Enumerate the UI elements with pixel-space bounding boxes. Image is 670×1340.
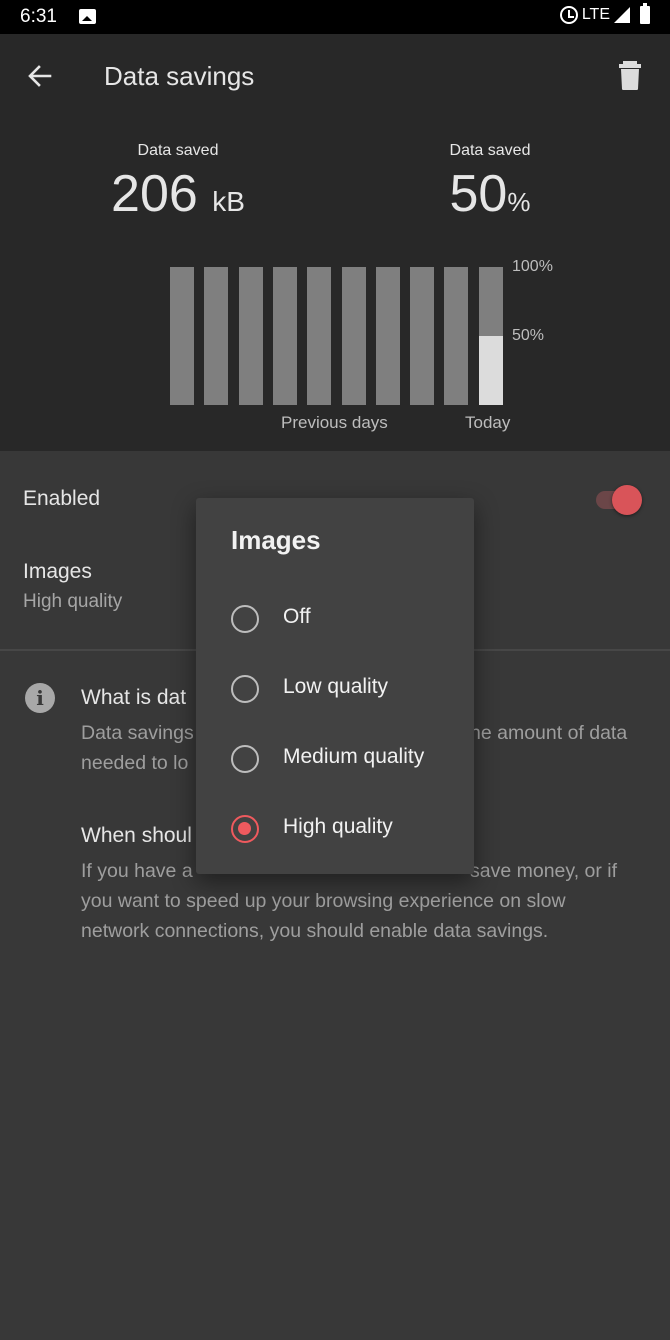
bar-track-5 xyxy=(307,267,332,405)
info-when-title: When shoul xyxy=(81,824,192,847)
bar-track-8 xyxy=(410,267,435,405)
option-high-quality[interactable]: High quality xyxy=(196,794,474,864)
bar-track-9 xyxy=(444,267,469,405)
x-label-today: Today xyxy=(465,413,511,432)
bar-track-7 xyxy=(375,267,400,405)
info-icon: i xyxy=(25,683,55,713)
x-label-previous-days: Previous days xyxy=(281,413,388,432)
bar-track-2 xyxy=(204,267,229,405)
bar-track-3 xyxy=(238,267,263,405)
status-icons: LTE xyxy=(559,3,650,24)
radio-unchecked-icon[interactable] xyxy=(231,745,259,773)
info-what-body-line2: needed to lo xyxy=(81,752,189,774)
radio-unchecked-icon[interactable] xyxy=(231,675,259,703)
signal-icon xyxy=(614,7,630,23)
bar-track-4 xyxy=(272,267,297,405)
setting-images-label: Images xyxy=(23,560,92,583)
info-what-title: What is dat xyxy=(81,686,187,709)
info-when-body-line3: network connections, you should enable d… xyxy=(81,920,549,942)
setting-images-value: High quality xyxy=(23,591,123,612)
bar-track-1 xyxy=(170,267,194,405)
enabled-toggle[interactable] xyxy=(596,485,642,515)
bar-track-6 xyxy=(341,267,366,405)
status-time: 6:31 xyxy=(20,6,57,27)
y-tick-50: 50% xyxy=(512,327,545,344)
status-bar: 6:31 LTE xyxy=(0,0,670,34)
radio-checked-icon[interactable] xyxy=(231,815,259,843)
option-medium-quality[interactable]: Medium quality xyxy=(196,724,474,794)
data-savings-summary: Data savings Data saved 206 kB Data save… xyxy=(0,34,670,451)
image-icon xyxy=(79,9,96,24)
y-tick-100: 100% xyxy=(512,258,553,275)
battery-icon xyxy=(640,3,650,24)
info-what-body-line1: Data savings xyxy=(81,722,194,744)
bar-fill-10 xyxy=(478,336,503,405)
radio-unchecked-icon[interactable] xyxy=(231,605,259,633)
option-low-quality[interactable]: Low quality xyxy=(196,654,474,724)
setting-enabled-label: Enabled xyxy=(23,487,101,510)
option-off[interactable]: Off xyxy=(196,584,474,654)
option-label: High quality xyxy=(283,815,393,838)
info-when-body-line2: you want to speed up your browsing exper… xyxy=(81,890,566,912)
info-when-body-line1-end: save money, or if xyxy=(470,860,618,882)
toggle-thumb xyxy=(612,485,642,515)
daily-savings-chart: 100% 50% Previous days Today xyxy=(0,34,670,451)
option-label: Off xyxy=(283,605,311,628)
dialog-title: Images xyxy=(231,525,321,555)
info-when-body-line1: If you have a xyxy=(81,860,193,882)
option-label: Low quality xyxy=(283,675,389,698)
option-label: Medium quality xyxy=(283,745,425,768)
info-what-body-line1-end: he amount of data xyxy=(470,722,628,744)
alarm-icon xyxy=(559,6,578,24)
images-quality-dialog: Images Off Low quality Medium quality Hi… xyxy=(196,498,474,874)
network-type: LTE xyxy=(581,6,610,23)
